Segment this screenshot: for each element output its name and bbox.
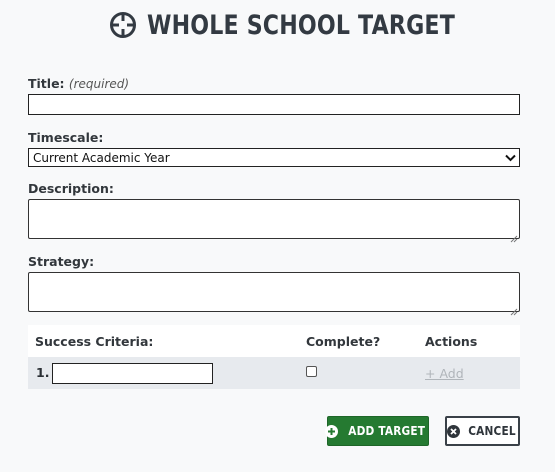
cancel-label: CANCEL xyxy=(467,424,516,438)
actions-cell: + Add xyxy=(425,357,520,389)
resize-grip-icon[interactable] xyxy=(509,301,518,316)
description-textarea[interactable] xyxy=(28,199,520,243)
cancel-button[interactable]: CANCEL xyxy=(445,416,520,446)
column-header-success-criteria: Success Criteria: xyxy=(28,325,306,357)
add-target-button[interactable]: ADD TARGET xyxy=(325,416,429,446)
strategy-label: Strategy: xyxy=(28,254,95,269)
page-header: WHOLE SCHOOL TARGET xyxy=(0,0,555,50)
column-header-actions: Actions xyxy=(425,325,520,357)
criteria-cell: 1. xyxy=(28,357,306,389)
timescale-label: Timescale: xyxy=(28,130,104,145)
title-input[interactable] xyxy=(28,94,520,115)
table-header-row: Success Criteria: Complete? Actions xyxy=(28,325,520,357)
column-header-complete: Complete? xyxy=(306,325,425,357)
success-criteria-table: Success Criteria: Complete? Actions 1. +… xyxy=(28,325,520,389)
crosshair-icon xyxy=(109,11,137,39)
plus-circle-icon xyxy=(325,424,339,438)
title-label-text: Title: xyxy=(28,76,65,91)
strategy-textarea[interactable] xyxy=(28,272,520,316)
title-label: Title: (required) xyxy=(28,76,129,91)
complete-checkbox[interactable] xyxy=(306,365,317,377)
timescale-selected-value: Current Academic Year xyxy=(33,150,170,165)
title-required-hint: (required) xyxy=(68,77,130,91)
criteria-input[interactable] xyxy=(52,362,214,384)
add-criteria-link[interactable]: + Add xyxy=(425,366,464,381)
timescale-select[interactable]: Current Academic Year xyxy=(28,148,520,167)
row-number: 1. xyxy=(36,364,50,380)
resize-grip-icon[interactable] xyxy=(509,228,518,243)
chevron-down-icon xyxy=(501,154,519,162)
x-circle-icon xyxy=(446,424,460,438)
page-title: WHOLE SCHOOL TARGET xyxy=(146,9,455,41)
description-label: Description: xyxy=(28,181,114,196)
table-row: 1. + Add xyxy=(28,357,520,389)
add-target-label: ADD TARGET xyxy=(348,424,426,438)
complete-cell xyxy=(306,357,425,389)
